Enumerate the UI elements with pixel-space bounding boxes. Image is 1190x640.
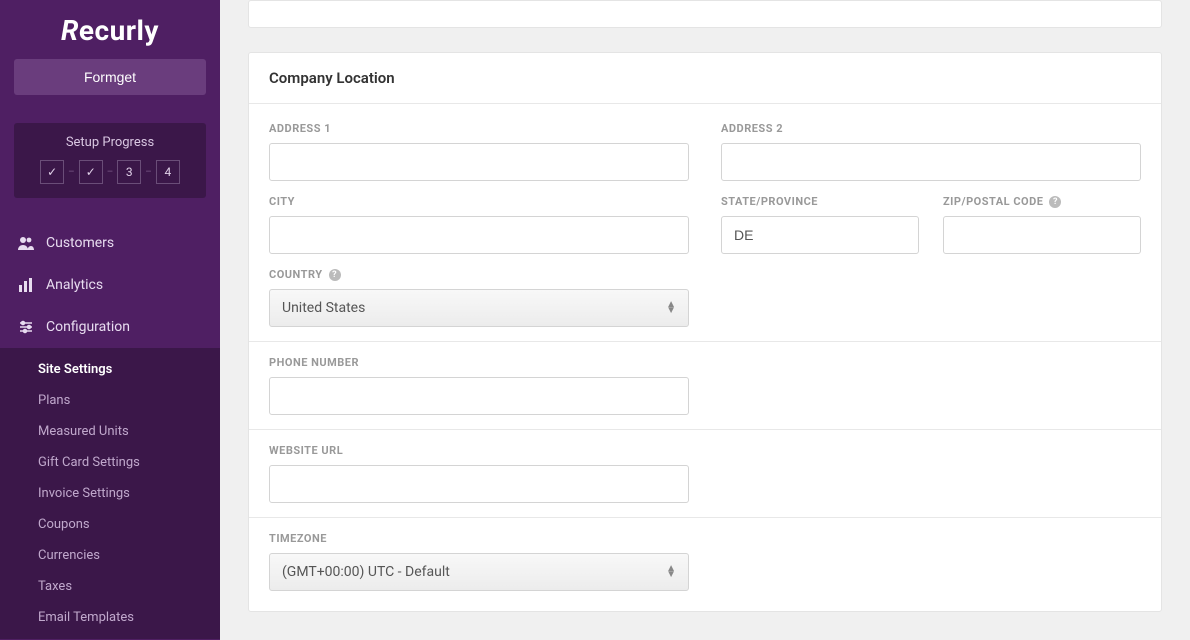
subnav-email-templates[interactable]: Email Templates xyxy=(0,602,220,633)
nav-configuration-label: Configuration xyxy=(46,319,130,335)
progress-step-2[interactable]: ✓ xyxy=(79,160,103,184)
nav-analytics-label: Analytics xyxy=(46,277,103,293)
city-input[interactable] xyxy=(269,216,689,254)
subnav-measured-units[interactable]: Measured Units xyxy=(0,416,220,447)
address2-label: ADDRESS 2 xyxy=(721,122,1141,135)
chevron-updown-icon: ▲▼ xyxy=(666,302,676,314)
configuration-subnav: Site Settings Plans Measured Units Gift … xyxy=(0,348,220,639)
card-title: Company Location xyxy=(249,53,1161,104)
customers-icon xyxy=(18,235,34,251)
timezone-select[interactable]: (GMT+00:00) UTC - Default ▲▼ xyxy=(269,553,689,591)
progress-step-4[interactable]: 4 xyxy=(156,160,180,184)
progress-step-1[interactable]: ✓ xyxy=(40,160,64,184)
site-selector-button[interactable]: Formget xyxy=(14,59,206,95)
phone-label: PHONE NUMBER xyxy=(269,356,689,369)
subnav-plans[interactable]: Plans xyxy=(0,385,220,416)
website-label: WEBSITE URL xyxy=(269,444,689,457)
subnav-coupons[interactable]: Coupons xyxy=(0,509,220,540)
analytics-icon xyxy=(18,277,34,293)
city-label: CITY xyxy=(269,195,689,208)
country-label: COUNTRY ? xyxy=(269,268,689,281)
zip-label: ZIP/POSTAL CODE ? xyxy=(943,195,1141,208)
zip-input[interactable] xyxy=(943,216,1141,254)
configuration-icon xyxy=(18,319,34,335)
website-input[interactable] xyxy=(269,465,689,503)
address1-label: ADDRESS 1 xyxy=(269,122,689,135)
phone-input[interactable] xyxy=(269,377,689,415)
subnav-taxes[interactable]: Taxes xyxy=(0,571,220,602)
state-input[interactable] xyxy=(721,216,919,254)
state-label: STATE/PROVINCE xyxy=(721,195,919,208)
subnav-gift-card-settings[interactable]: Gift Card Settings xyxy=(0,447,220,478)
nav-configuration[interactable]: Configuration xyxy=(0,306,220,348)
chevron-updown-icon: ▲▼ xyxy=(666,566,676,578)
subnav-invoice-settings[interactable]: Invoice Settings xyxy=(0,478,220,509)
subnav-site-settings[interactable]: Site Settings xyxy=(0,354,220,385)
progress-step-3[interactable]: 3 xyxy=(117,160,141,184)
main-content: Company Location ADDRESS 1 ADDRESS 2 CIT… xyxy=(220,0,1190,640)
subnav-currencies[interactable]: Currencies xyxy=(0,540,220,571)
nav-customers[interactable]: Customers xyxy=(0,222,220,264)
timezone-label: TIMEZONE xyxy=(269,532,689,545)
address2-input[interactable] xyxy=(721,143,1141,181)
company-location-card: Company Location ADDRESS 1 ADDRESS 2 CIT… xyxy=(248,52,1162,612)
setup-progress-title: Setup Progress xyxy=(22,135,198,150)
help-icon[interactable]: ? xyxy=(329,269,341,281)
setup-progress-steps: ✓ – ✓ – 3 – 4 xyxy=(22,160,198,184)
country-select[interactable]: United States ▲▼ xyxy=(269,289,689,327)
previous-card-bottom xyxy=(248,0,1162,28)
help-icon[interactable]: ? xyxy=(1049,196,1061,208)
setup-progress-box: Setup Progress ✓ – ✓ – 3 – 4 xyxy=(14,123,206,198)
nav-analytics[interactable]: Analytics xyxy=(0,264,220,306)
sidebar: Recurly Formget Setup Progress ✓ – ✓ – 3… xyxy=(0,0,220,640)
brand-logo: Recurly xyxy=(0,0,220,55)
nav-customers-label: Customers xyxy=(46,235,114,251)
address1-input[interactable] xyxy=(269,143,689,181)
